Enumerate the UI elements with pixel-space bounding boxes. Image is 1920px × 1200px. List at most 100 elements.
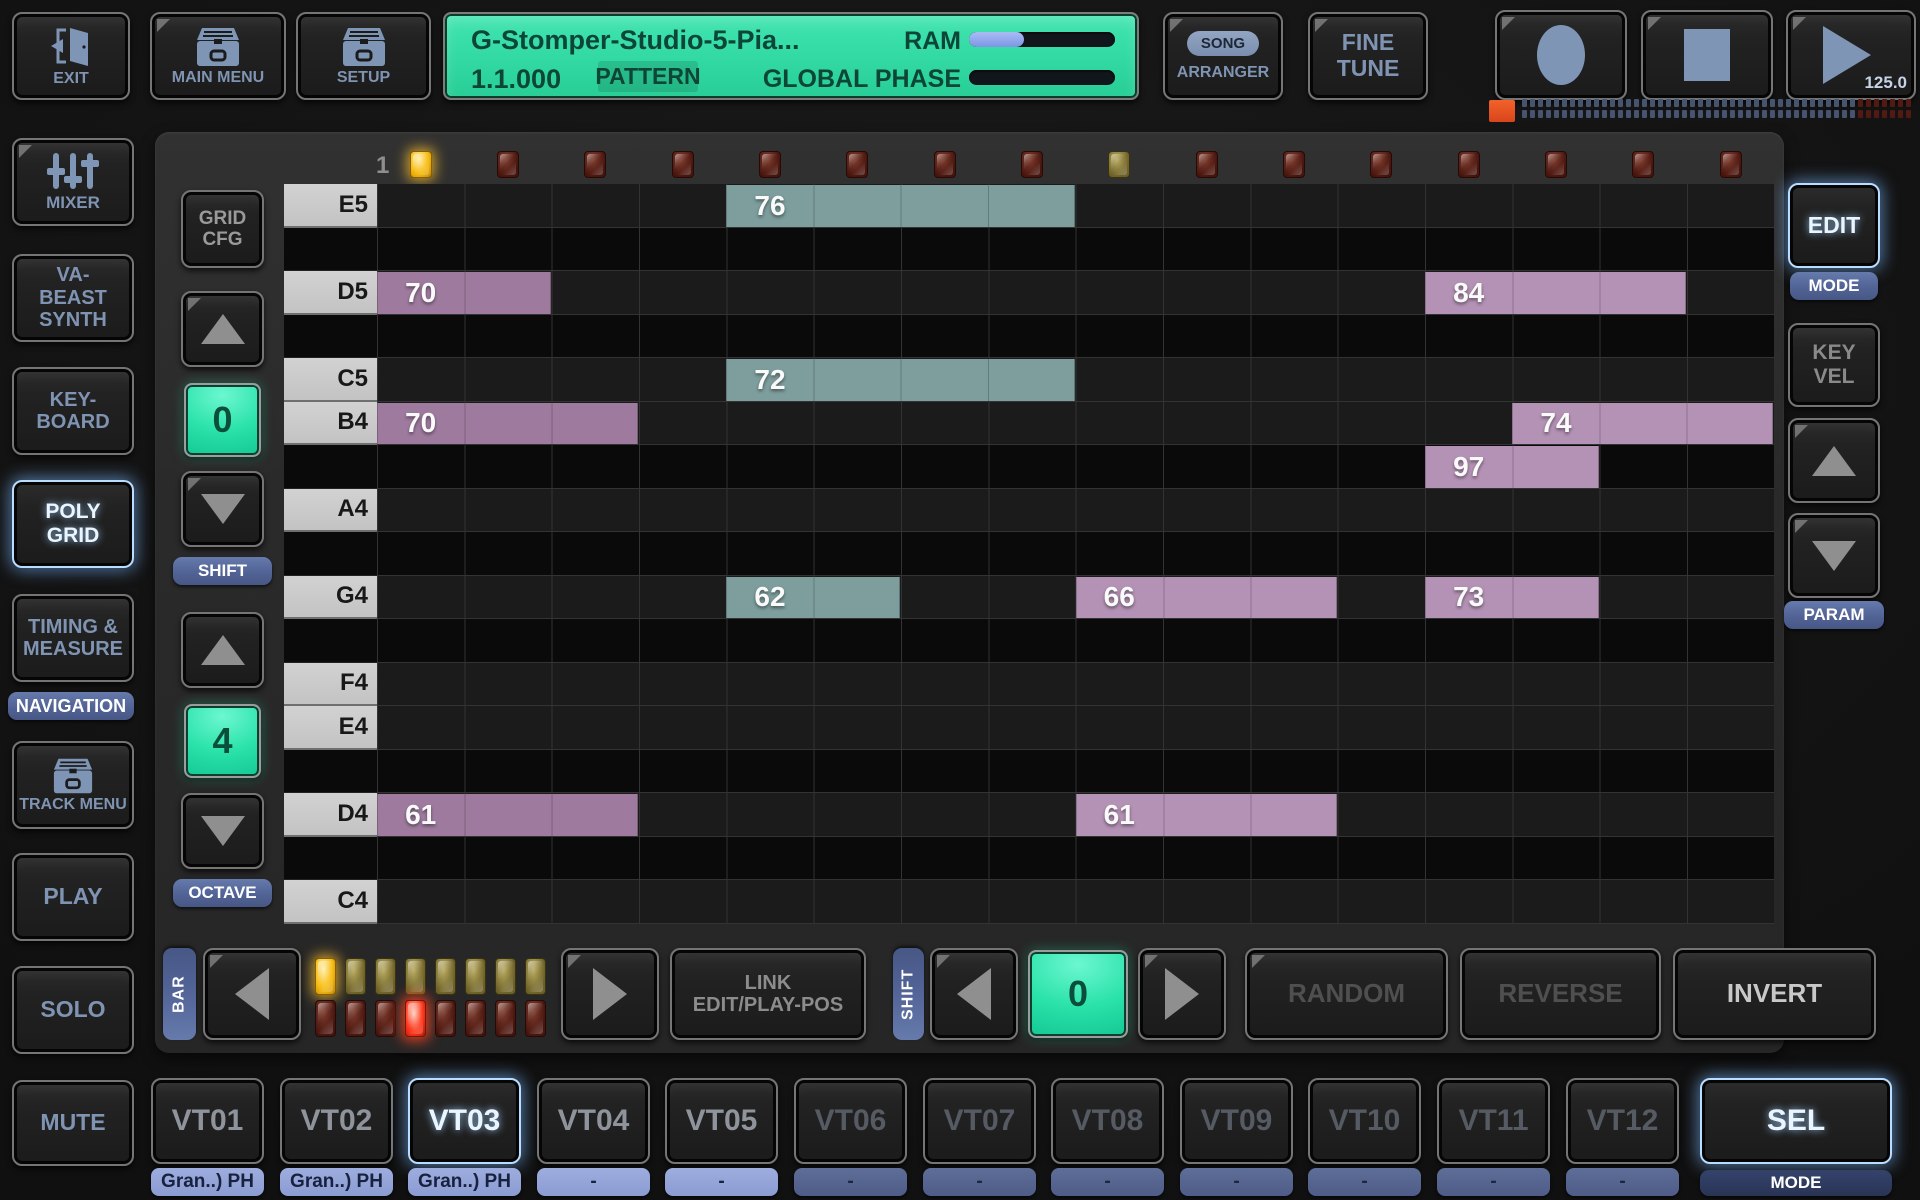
- bar-led-top-4: [405, 958, 426, 995]
- stop-button[interactable]: [1641, 10, 1773, 100]
- sidebar-item-play[interactable]: PLAY: [12, 853, 134, 941]
- note-cell[interactable]: 62: [726, 577, 900, 619]
- track-button-vt09[interactable]: VT09: [1180, 1078, 1293, 1164]
- grid-row-black-8[interactable]: [377, 532, 1774, 576]
- piano-key-D5[interactable]: D5: [284, 271, 377, 315]
- note-cell[interactable]: 61: [377, 794, 638, 836]
- param-down-button[interactable]: [1788, 513, 1880, 598]
- link-edit-play-pos-button[interactable]: LINK EDIT/PLAY-POS: [670, 948, 866, 1040]
- piano-key-black[interactable]: [284, 750, 377, 794]
- main-menu-button[interactable]: MAIN MENU: [150, 12, 286, 100]
- grid-row-black-13[interactable]: [377, 750, 1774, 794]
- piano-key-C5[interactable]: C5: [284, 358, 377, 402]
- random-button[interactable]: RANDOM: [1245, 948, 1448, 1040]
- track-button-vt02[interactable]: VT02: [280, 1078, 393, 1164]
- piano-key-label: E4: [339, 713, 368, 741]
- grid-cfg-button[interactable]: GRID CFG: [181, 190, 264, 268]
- grid-row-E4[interactable]: [377, 706, 1774, 750]
- note-cell[interactable]: 72: [726, 359, 1074, 401]
- sidebar-item-poly-grid[interactable]: POLY GRID: [12, 480, 134, 568]
- velocity-label: 84: [1425, 272, 1512, 314]
- track-button-vt08[interactable]: VT08: [1051, 1078, 1164, 1164]
- track-button-vt07[interactable]: VT07: [923, 1078, 1036, 1164]
- piano-key-A4[interactable]: A4: [284, 489, 377, 533]
- invert-button[interactable]: INVERT: [1673, 948, 1876, 1040]
- note-cell[interactable]: 73: [1425, 577, 1599, 619]
- grid-row-C5[interactable]: [377, 358, 1774, 402]
- track-label: VT12: [1587, 1104, 1659, 1138]
- piano-key-F4[interactable]: F4: [284, 663, 377, 707]
- edit-mode-button[interactable]: EDIT: [1788, 183, 1880, 268]
- track-button-vt04[interactable]: VT04: [537, 1078, 650, 1164]
- grid-row-E5[interactable]: [377, 184, 1774, 228]
- bar-next-button[interactable]: [561, 948, 659, 1040]
- fine-tune-label: FINE TUNE: [1333, 30, 1403, 82]
- octave-value-display[interactable]: 4: [184, 704, 261, 778]
- track-button-vt05[interactable]: VT05: [665, 1078, 778, 1164]
- sidebar-item-solo[interactable]: SOLO: [12, 966, 134, 1054]
- tick: [1690, 110, 1695, 118]
- note-cell[interactable]: 76: [726, 185, 1074, 227]
- note-cell[interactable]: 84: [1425, 272, 1686, 314]
- setup-button[interactable]: SETUP: [296, 12, 431, 100]
- note-cell[interactable]: 61: [1076, 794, 1337, 836]
- piano-key-black[interactable]: [284, 532, 377, 576]
- shift-down-button[interactable]: [181, 471, 264, 547]
- piano-key-black[interactable]: [284, 228, 377, 272]
- grid-row-F4[interactable]: [377, 663, 1774, 707]
- sidebar-item-va-beast-synth[interactable]: VA-BEAST SYNTH: [12, 254, 134, 342]
- note-shift-left-button[interactable]: [930, 948, 1018, 1040]
- piano-key-black[interactable]: [284, 445, 377, 489]
- fine-tune-button[interactable]: FINE TUNE: [1308, 12, 1428, 100]
- note-cell[interactable]: 70: [377, 403, 638, 445]
- grid-row-black-1[interactable]: [377, 228, 1774, 272]
- exit-button[interactable]: EXIT: [12, 12, 130, 100]
- piano-key-G4[interactable]: G4: [284, 576, 377, 620]
- track-button-vt06[interactable]: VT06: [794, 1078, 907, 1164]
- piano-key-B4[interactable]: B4: [284, 402, 377, 446]
- note-cell[interactable]: 70: [377, 272, 551, 314]
- song-arranger-button[interactable]: SONG ARRANGER: [1163, 12, 1283, 100]
- grid-row-black-15[interactable]: [377, 837, 1774, 881]
- note-cell[interactable]: 97: [1425, 446, 1599, 488]
- piano-key-D4[interactable]: D4: [284, 793, 377, 837]
- bar-prev-button[interactable]: [203, 948, 301, 1040]
- mute-button[interactable]: MUTE: [12, 1080, 134, 1166]
- track-button-vt01[interactable]: VT01: [151, 1078, 264, 1164]
- grid-row-black-3[interactable]: [377, 315, 1774, 359]
- piano-key-black[interactable]: [284, 315, 377, 359]
- note-shift-value-display[interactable]: 0: [1028, 950, 1128, 1038]
- grid-row-black-10[interactable]: [377, 619, 1774, 663]
- piano-key-E5[interactable]: E5: [284, 184, 377, 228]
- note-shift-right-button[interactable]: [1138, 948, 1226, 1040]
- shift-value-display[interactable]: 0: [184, 383, 261, 457]
- sel-mode-button[interactable]: SEL: [1700, 1078, 1892, 1164]
- note-cell[interactable]: 74: [1512, 403, 1773, 445]
- param-up-button[interactable]: [1788, 418, 1880, 503]
- piano-key-C4[interactable]: C4: [284, 880, 377, 924]
- key-vel-button[interactable]: KEY VEL: [1788, 323, 1880, 407]
- shift-up-button[interactable]: [181, 291, 264, 367]
- tick: [1770, 99, 1775, 107]
- grid-row-C4[interactable]: [377, 880, 1774, 924]
- track-button-vt03[interactable]: VT03: [408, 1078, 521, 1164]
- tick: [1890, 110, 1895, 118]
- note-cell[interactable]: 66: [1076, 577, 1337, 619]
- piano-key-black[interactable]: [284, 619, 377, 663]
- track-button-vt12[interactable]: VT12: [1566, 1078, 1679, 1164]
- octave-up-button[interactable]: [181, 612, 264, 688]
- play-button[interactable]: 125.0: [1786, 10, 1916, 100]
- tick: [1890, 99, 1895, 107]
- sidebar-item-mixer[interactable]: MIXER: [12, 138, 134, 226]
- sidebar-item-track-menu[interactable]: TRACK MENU: [12, 741, 134, 829]
- track-button-vt11[interactable]: VT11: [1437, 1078, 1550, 1164]
- octave-down-button[interactable]: [181, 793, 264, 869]
- grid-row-A4[interactable]: [377, 489, 1774, 533]
- piano-key-E4[interactable]: E4: [284, 706, 377, 750]
- sidebar-item-timing-measure[interactable]: TIMING & MEASURE: [12, 594, 134, 682]
- sidebar-item-keyboard[interactable]: KEY-BOARD: [12, 367, 134, 455]
- reverse-button[interactable]: REVERSE: [1460, 948, 1661, 1040]
- record-button[interactable]: [1495, 10, 1627, 100]
- piano-key-black[interactable]: [284, 837, 377, 881]
- track-button-vt10[interactable]: VT10: [1308, 1078, 1421, 1164]
